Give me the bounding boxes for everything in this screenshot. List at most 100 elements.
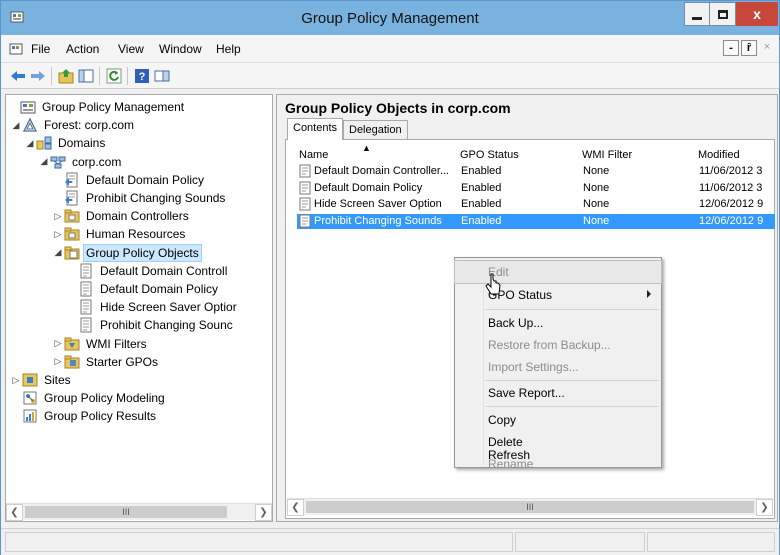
gpo-list-row[interactable]: Prohibit Changing Sounds Enabled None 12/06… bbox=[297, 213, 775, 229]
show-hide-tree-icon[interactable] bbox=[77, 67, 95, 85]
tree-node[interactable]: ◢ Forest: corp.com bbox=[10, 116, 136, 134]
tree-node[interactable]: Group Policy Management bbox=[8, 98, 186, 116]
tree-node[interactable]: Group Policy Results bbox=[10, 407, 158, 425]
tree-node[interactable]: ▷ Sites bbox=[10, 371, 73, 389]
show-console-icon[interactable] bbox=[153, 67, 171, 85]
maximize-icon bbox=[717, 9, 728, 19]
menu-view[interactable]: View bbox=[118, 42, 144, 56]
expand-icon[interactable]: ▷ bbox=[52, 338, 64, 349]
collapse-icon[interactable]: ◢ bbox=[24, 138, 36, 149]
gpo-icon bbox=[299, 214, 311, 228]
menu-file[interactable]: File bbox=[31, 42, 50, 56]
mdi-restore-button[interactable]: ȓ bbox=[741, 40, 757, 56]
cell-name: Default Domain Policy bbox=[314, 181, 423, 194]
tree-node[interactable]: ◢ Group Policy Objects bbox=[52, 243, 202, 262]
maximize-button[interactable] bbox=[710, 2, 736, 26]
status-cell bbox=[515, 532, 645, 552]
gpo-icon bbox=[78, 281, 94, 297]
tree-node[interactable]: ▷ Starter GPOs bbox=[52, 353, 160, 371]
tree-node[interactable]: Default Domain Policy bbox=[66, 280, 220, 298]
tab-contents[interactable]: Contents bbox=[287, 118, 344, 140]
close-button[interactable]: x bbox=[736, 2, 778, 26]
gpo-list-row[interactable]: Hide Screen Saver Option Enabled None 12/06… bbox=[297, 197, 775, 212]
menu-action[interactable]: Action bbox=[66, 42, 99, 56]
mdi-close-button[interactable]: × bbox=[759, 40, 775, 56]
collapse-icon[interactable]: ◢ bbox=[52, 247, 64, 258]
menu-item-back-up[interactable]: Back Up... bbox=[455, 312, 661, 334]
close-icon: x bbox=[753, 6, 761, 22]
cell-modified: 11/06/2012 3 bbox=[699, 181, 763, 194]
toolbar-separator bbox=[99, 67, 100, 85]
tree-node-label: Hide Screen Saver Optior bbox=[100, 300, 237, 315]
scroll-thumb[interactable]: III bbox=[25, 506, 227, 518]
menu-item-refresh[interactable]: Refresh bbox=[455, 445, 661, 466]
cell-modified: 12/06/2012 9 bbox=[699, 198, 764, 210]
gpo-list-row[interactable]: Default Domain Controller... Enabled None 1… bbox=[297, 164, 775, 179]
minimize-button[interactable] bbox=[684, 2, 710, 26]
tree-node-label: Default Domain Policy bbox=[100, 282, 219, 296]
tree-node[interactable]: Default Domain Controll bbox=[66, 262, 229, 280]
submenu-arrow-icon bbox=[647, 290, 651, 298]
menu-item-restore-from-backup[interactable]: Restore from Backup... bbox=[455, 334, 661, 356]
tree-node[interactable]: Hide Screen Saver Optior bbox=[66, 298, 239, 316]
column-gpo-status-header[interactable]: GPO Status bbox=[460, 149, 519, 161]
collapse-icon[interactable]: ◢ bbox=[10, 120, 22, 131]
expand-icon[interactable]: ▷ bbox=[52, 211, 64, 222]
column-wmi-filter-header[interactable]: WMI Filter bbox=[582, 149, 632, 161]
results-icon bbox=[22, 408, 38, 424]
column-modified-header[interactable]: Modified bbox=[698, 149, 740, 161]
expand-icon[interactable]: ▷ bbox=[52, 356, 64, 367]
scroll-left-icon[interactable]: ❮ bbox=[287, 499, 304, 516]
tree-node-label: Prohibit Changing Sounc bbox=[100, 318, 233, 333]
gpo-link-icon bbox=[64, 172, 80, 188]
tree-node[interactable]: Prohibit Changing Sounds bbox=[52, 189, 227, 207]
system-menu-icon[interactable] bbox=[9, 42, 23, 56]
expand-icon[interactable]: ▷ bbox=[52, 229, 64, 240]
help-icon[interactable]: ? bbox=[133, 67, 151, 85]
menu-item-import-settings[interactable]: Import Settings... bbox=[455, 356, 661, 378]
collapse-icon[interactable]: ◢ bbox=[38, 156, 50, 167]
menu-window[interactable]: Window bbox=[159, 42, 202, 56]
tab-delegation[interactable]: Delegation bbox=[343, 120, 408, 140]
menu-item-copy[interactable]: Copy bbox=[455, 409, 661, 431]
mdi-buttons: - ȓ × bbox=[723, 40, 775, 56]
up-folder-icon[interactable] bbox=[57, 67, 75, 85]
cell-status: Enabled bbox=[461, 181, 502, 194]
tree-node-label: Domain Controllers bbox=[86, 209, 189, 224]
menu-item-save-report[interactable]: Save Report... bbox=[455, 382, 661, 404]
tree-node[interactable]: ▷ WMI Filters bbox=[52, 335, 149, 353]
tree-node-label: Default Domain Controll bbox=[100, 263, 228, 278]
window-title: Group Policy Management bbox=[301, 10, 479, 27]
tree-node[interactable]: ▷ Human Resources bbox=[52, 225, 187, 243]
scroll-right-icon[interactable]: ❯ bbox=[756, 499, 773, 516]
scroll-thumb[interactable]: III bbox=[306, 501, 754, 513]
tree-node[interactable]: ▷ Domain Controllers bbox=[52, 207, 191, 225]
tree-node[interactable]: Default Domain Policy bbox=[52, 171, 206, 189]
expand-icon[interactable]: ▷ bbox=[10, 375, 22, 386]
cell-wmi: None bbox=[583, 181, 610, 194]
toolbar-separator bbox=[127, 67, 128, 85]
tree-horizontal-scrollbar[interactable]: ❮ III ❯ bbox=[6, 503, 272, 521]
console-tree[interactable]: Group Policy Management ◢ Forest: corp.com… bbox=[5, 94, 273, 522]
scroll-left-icon[interactable]: ❮ bbox=[6, 504, 23, 521]
gpo-list-row[interactable]: Default Domain Policy Enabled None 11/06/20… bbox=[297, 181, 775, 196]
back-arrow-icon[interactable] bbox=[9, 67, 27, 85]
scroll-right-icon[interactable]: ❯ bbox=[255, 504, 272, 521]
tree-node-label: Group Policy Management bbox=[42, 100, 185, 114]
tree-node[interactable]: Prohibit Changing Sounc bbox=[66, 316, 235, 334]
tree-node[interactable]: ◢ Domains bbox=[24, 134, 107, 152]
gpo-icon bbox=[299, 164, 311, 178]
title-bar[interactable]: Group Policy Management x bbox=[1, 1, 779, 35]
refresh-icon[interactable] bbox=[105, 67, 123, 85]
ou-icon bbox=[64, 226, 80, 242]
mdi-minimize-button[interactable]: - bbox=[723, 40, 739, 56]
menu-help[interactable]: Help bbox=[216, 42, 241, 56]
tree-node[interactable]: ◢ corp.com bbox=[38, 153, 123, 171]
details-title: Group Policy Objects in corp.com bbox=[285, 100, 511, 116]
svg-text:?: ? bbox=[139, 71, 146, 83]
list-horizontal-scrollbar[interactable]: ❮ III ❯ bbox=[287, 498, 773, 516]
cell-wmi: None bbox=[583, 165, 610, 177]
forward-arrow-icon[interactable] bbox=[29, 67, 47, 85]
column-name-header[interactable]: Name bbox=[299, 149, 328, 161]
tree-node[interactable]: Group Policy Modeling bbox=[10, 389, 167, 407]
